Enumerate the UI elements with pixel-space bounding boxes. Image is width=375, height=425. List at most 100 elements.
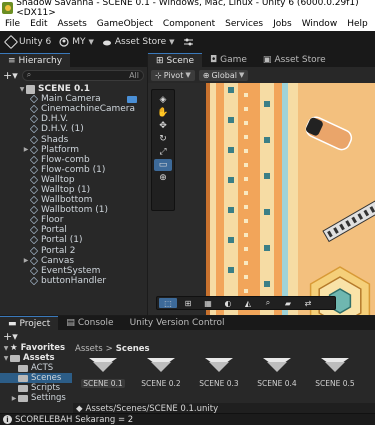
menu-edit[interactable]: Edit (25, 19, 52, 29)
scene-asset-label: SCENE 0.4 (257, 379, 297, 388)
eraser-icon[interactable]: ▰ (279, 298, 297, 308)
hierarchy-item[interactable]: Portal (0, 225, 147, 235)
asset-store-dropdown[interactable]: Asset Store ▼ (102, 37, 175, 47)
hierarchy-item[interactable]: Portal (1) (0, 235, 147, 245)
hierarchy-item[interactable]: CinemachineCamera (0, 104, 147, 114)
add-object-button[interactable]: +▾ (3, 69, 18, 82)
scene-asset[interactable]: SCENE 0.2 (141, 356, 181, 388)
bucket-icon[interactable]: ◭ (239, 298, 257, 308)
view-tool-icon[interactable]: ◈ (154, 94, 172, 106)
menu-window[interactable]: Window (297, 19, 343, 29)
grid-snap-icon[interactable]: ⊞ (179, 298, 197, 308)
breadcrumb-root[interactable]: Assets (75, 344, 103, 354)
expand-arrow-icon[interactable]: ▼ (2, 355, 10, 362)
project-tree-item[interactable]: ▼ ★ Favorites (0, 343, 72, 353)
hierarchy-scene-root[interactable]: ▼ SCENE 0.1 (0, 84, 147, 94)
project-tree-item[interactable]: ▶ Settings (0, 393, 72, 403)
hierarchy-item[interactable]: Wallbottom (1) (0, 205, 147, 215)
account-label: MY (72, 37, 86, 47)
menu-gameobject[interactable]: GameObject (92, 19, 158, 29)
scene-asset[interactable]: SCENE 0.5 (315, 356, 355, 388)
breadcrumb-current[interactable]: Scenes (116, 344, 150, 354)
circle-icon[interactable]: ◐ (219, 298, 237, 308)
hierarchy-item[interactable]: ▶ Canvas (0, 256, 147, 266)
tab-scene[interactable]: ⊞ Scene (148, 53, 202, 67)
hierarchy-item[interactable]: buttonHandler (0, 276, 147, 286)
menu-jobs[interactable]: Jobs (268, 19, 297, 29)
tab-hierarchy[interactable]: ≡ Hierarchy (0, 53, 71, 67)
scene-asset[interactable]: SCENE 0.4 (257, 356, 297, 388)
hierarchy-item-label: Portal (1) (41, 235, 83, 246)
grid-paint-icon[interactable]: ▦ (199, 298, 217, 308)
hierarchy-item-label: Portal (41, 225, 67, 236)
hierarchy-item-label: Wallbottom (41, 195, 93, 206)
menu-help[interactable]: Help (342, 19, 373, 29)
scene-canvas[interactable] (148, 83, 375, 315)
hierarchy-item[interactable]: Flow-comb (1) (0, 165, 147, 175)
gameobject-icon (29, 155, 39, 164)
gameobject-icon (29, 266, 39, 275)
project-tree-item[interactable]: Scenes (0, 373, 72, 383)
tab-project[interactable]: ▬ Project (0, 316, 59, 330)
hand-tool-icon[interactable]: ✋ (154, 107, 172, 119)
expand-arrow-icon[interactable]: ▼ (18, 86, 26, 93)
swap-icon[interactable]: ⇄ (299, 298, 317, 308)
scene-viewport[interactable] (148, 83, 375, 315)
hierarchy-item[interactable]: Walltop (1) (0, 185, 147, 195)
services-button[interactable] (183, 37, 194, 47)
pivot-dropdown[interactable]: ⊹ Pivot ▼ (151, 69, 195, 81)
account-dropdown[interactable]: MY ▼ (59, 37, 94, 47)
hierarchy-item-label: Wallbottom (1) (41, 205, 108, 216)
pivot-icon: ⊹ (155, 70, 162, 80)
console-icon: ▤ (66, 318, 75, 328)
expand-arrow-icon[interactable]: ▼ (2, 345, 10, 352)
tab-version-control[interactable]: Unity Version Control (122, 316, 233, 330)
tab-asset-store[interactable]: ▣ Asset Store (255, 53, 334, 67)
menu-component[interactable]: Component (158, 19, 220, 29)
asset-grid: SCENE 0.1 SCENE 0.2 SCENE 0.3 SCENE 0.4 SCEN… (81, 356, 355, 388)
create-asset-button[interactable]: +▾ (3, 330, 18, 343)
hierarchy-item[interactable]: EventSystem (0, 266, 147, 276)
project-tree-item[interactable]: ACTS (0, 363, 72, 373)
transform-tool-icon[interactable]: ⊕ (154, 172, 172, 184)
gameobject-icon (29, 165, 39, 175)
search-tool-icon[interactable]: ⌕ (259, 298, 277, 308)
tab-console[interactable]: ▤ Console (58, 316, 121, 330)
cloud-icon (102, 40, 111, 46)
hierarchy-item[interactable]: Portal 2 (0, 246, 147, 256)
hierarchy-item[interactable]: ▶ Platform (0, 145, 147, 155)
project-tree-item[interactable]: ▼ Assets (0, 353, 72, 363)
scene-asset[interactable]: SCENE 0.1 (81, 356, 125, 388)
unity-version-button[interactable]: Unity 6 (3, 34, 51, 50)
rotate-tool-icon[interactable]: ↻ (154, 133, 172, 145)
scene-asset[interactable]: SCENE 0.3 (199, 356, 239, 388)
grid-select-icon[interactable]: ⬚ (159, 298, 177, 308)
status-bar[interactable]: i SCORELEBAH Sekarang = 2 (0, 413, 375, 425)
window-title-bar: Shadow Savanna - SCENE 0.1 - Windows, Ma… (0, 0, 375, 18)
project-tree-item[interactable]: Scripts (0, 383, 72, 393)
hierarchy-item[interactable]: Shads (0, 134, 147, 145)
global-dropdown[interactable]: ⊕ Global ▼ (198, 69, 249, 81)
project-tree-label: Favorites (20, 343, 66, 353)
tab-game[interactable]: ◘ Game (202, 53, 255, 67)
hierarchy-item[interactable]: Flow-comb (0, 155, 147, 165)
menu-file[interactable]: File (0, 19, 25, 29)
search-icon: ⌕ (26, 70, 32, 79)
chevron-down-icon: ▼ (88, 38, 94, 46)
scale-tool-icon[interactable]: ⤢ (154, 146, 172, 158)
hierarchy-item[interactable]: D.H.V. (0, 114, 147, 124)
menu-assets[interactable]: Assets (53, 19, 92, 29)
move-tool-icon[interactable]: ✥ (154, 120, 172, 132)
menu-services[interactable]: Services (220, 19, 268, 29)
unity-scene-icon (321, 358, 349, 372)
hierarchy-item[interactable]: Main Camera (0, 94, 147, 104)
expand-arrow-icon[interactable]: ▶ (10, 395, 18, 402)
rect-tool-icon[interactable]: ▭ (154, 159, 172, 171)
hierarchy-search-input[interactable]: ⌕ All (21, 69, 144, 81)
hierarchy-item[interactable]: Wallbottom (0, 195, 147, 205)
hierarchy-item[interactable]: D.H.V. (1) (0, 124, 147, 134)
hierarchy-item[interactable]: Walltop (0, 175, 147, 185)
tab-console-label: Console (77, 318, 114, 328)
hierarchy-item-label: Main Camera (41, 94, 101, 105)
hierarchy-item[interactable]: Floor (0, 215, 147, 225)
